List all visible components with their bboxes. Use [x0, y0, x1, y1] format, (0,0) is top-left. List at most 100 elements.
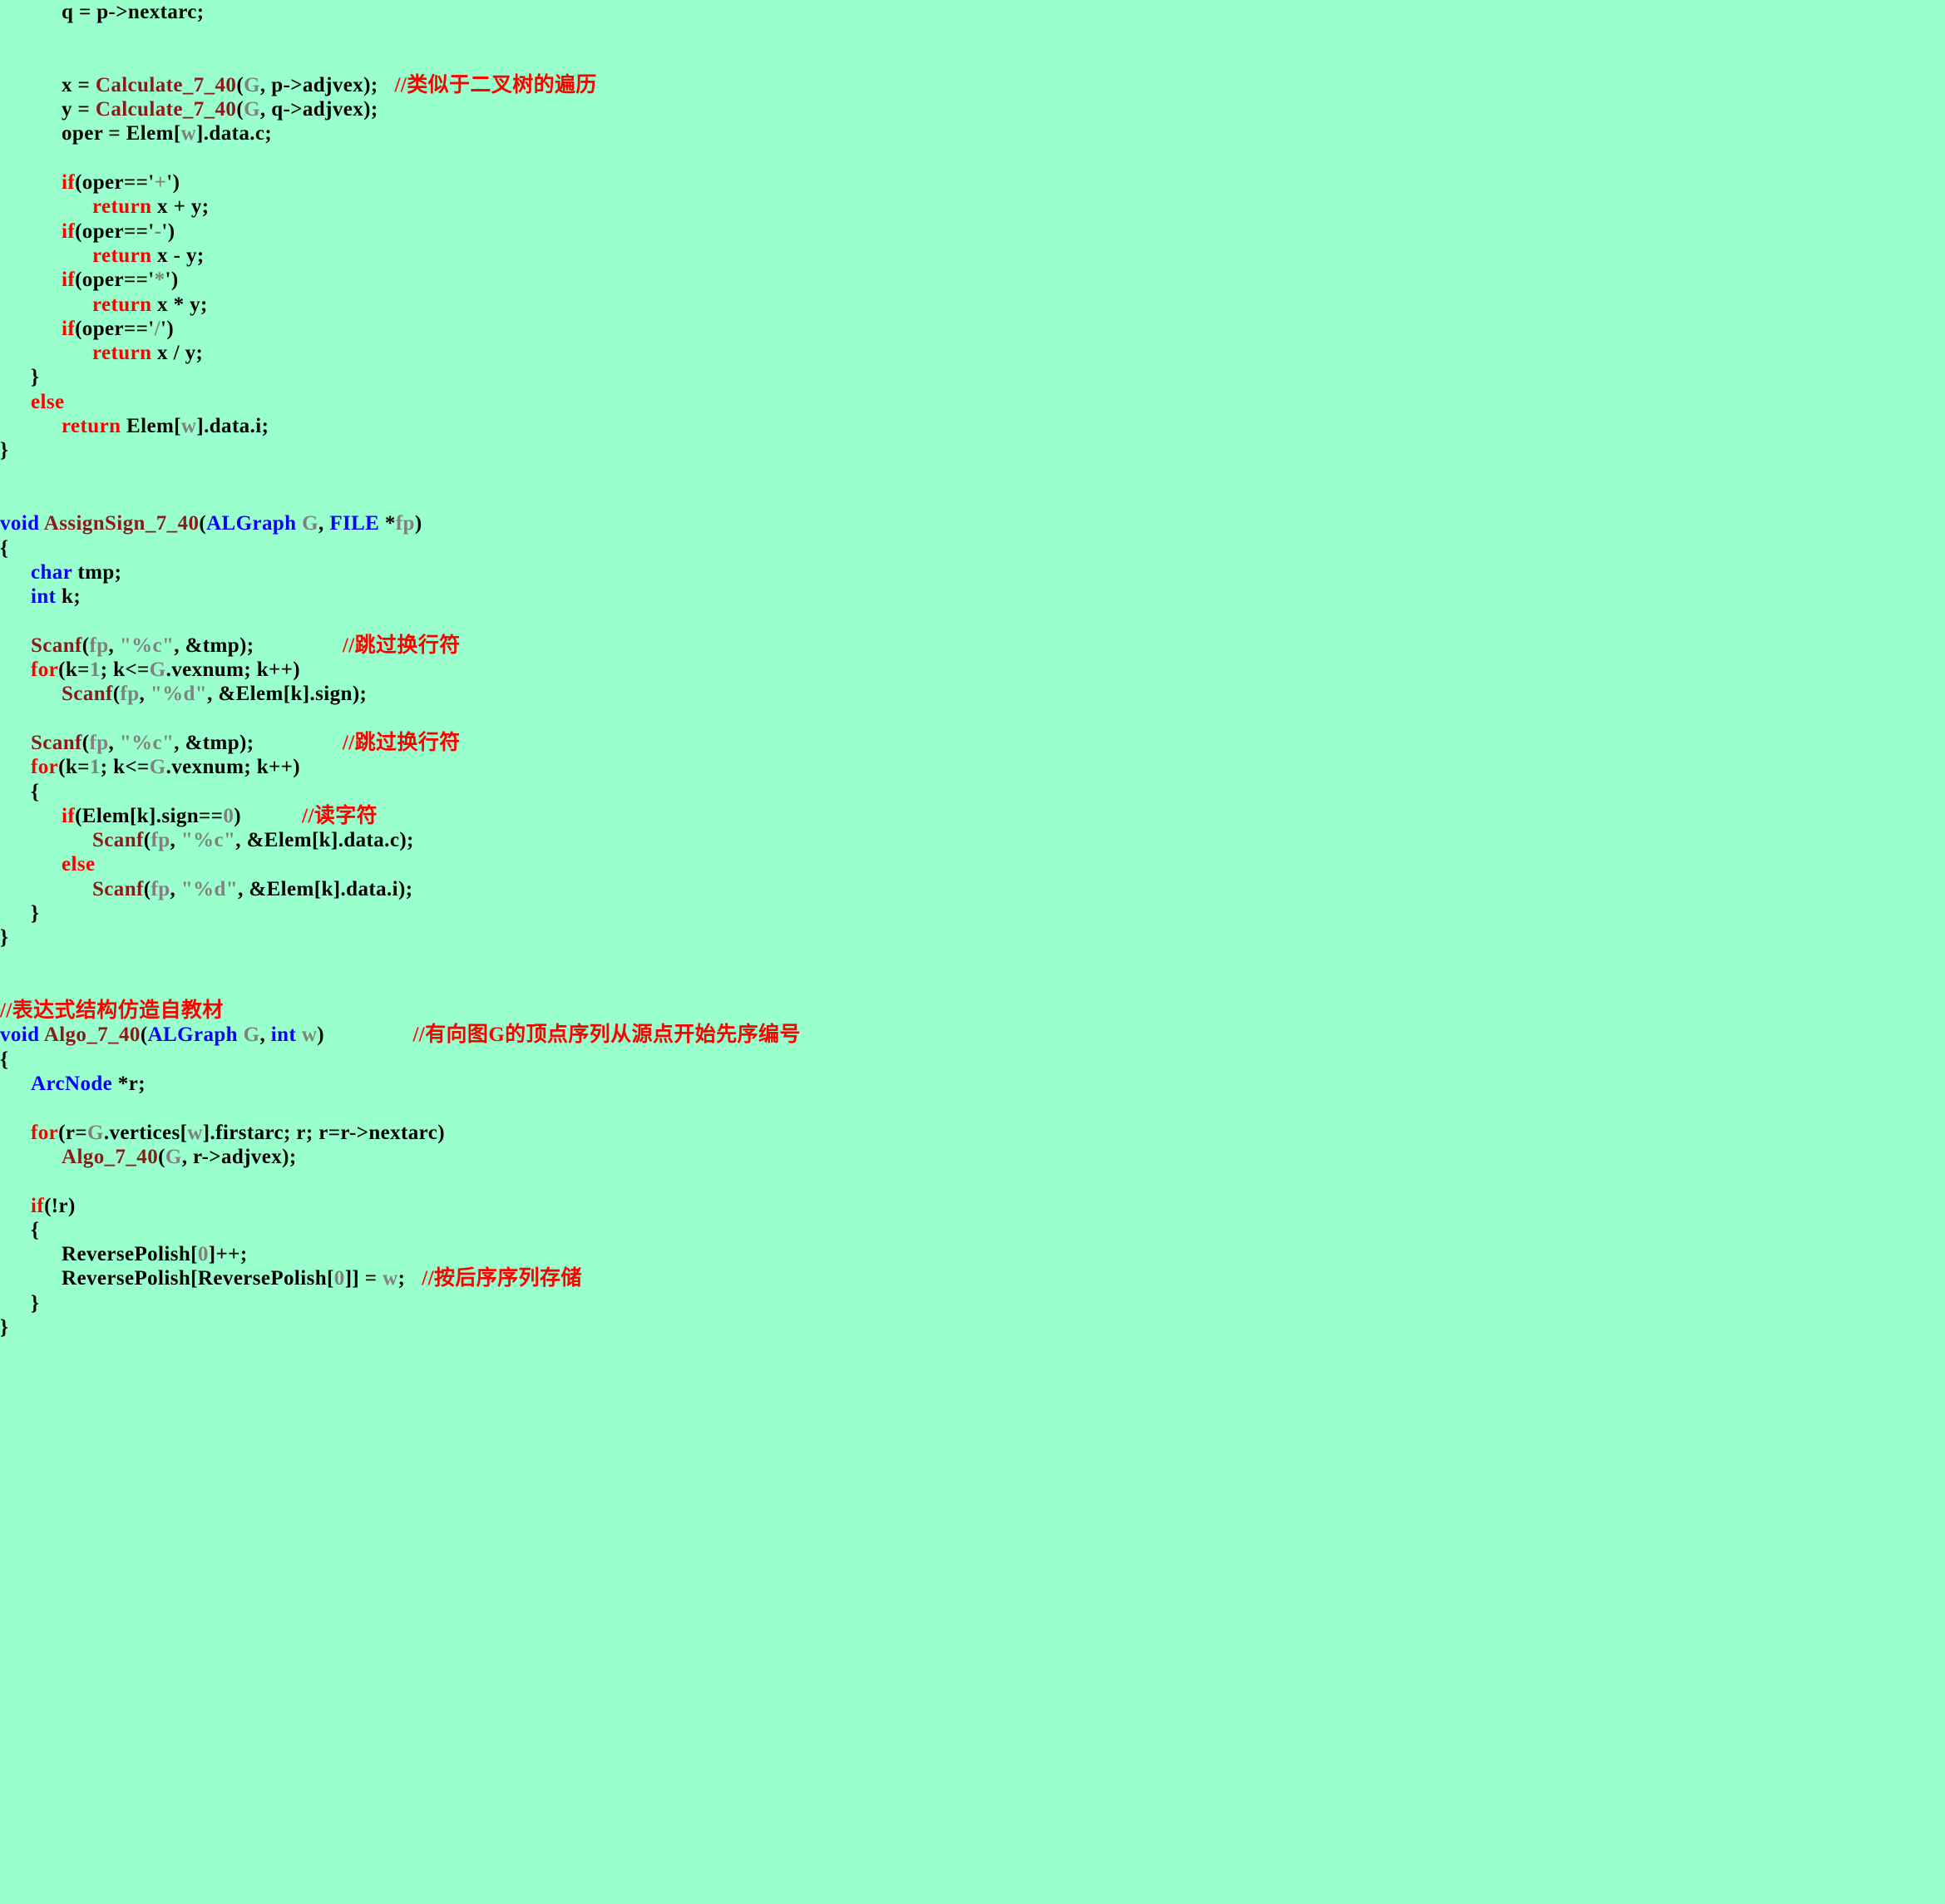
code-token-var: w — [383, 1267, 398, 1290]
code-token-var: 0 — [333, 1267, 345, 1290]
code-token-var: fp — [151, 829, 170, 852]
code-token-pun — [241, 805, 302, 827]
code-token-pun: (k= — [58, 659, 90, 682]
code-token-pun: ( — [158, 1145, 165, 1168]
code-token-pun: .vertices[ — [103, 1121, 188, 1144]
code-line: return x + y; — [0, 195, 1945, 219]
code-token-pun: oper = Elem[ — [62, 122, 181, 146]
code-token-kw: if — [62, 171, 76, 195]
code-token-pun — [405, 1267, 422, 1290]
code-token-var: "%d" — [180, 877, 239, 900]
code-token-kw: if — [31, 1194, 45, 1217]
code-token-kw: return — [92, 293, 152, 316]
code-token-pun: ( — [199, 512, 207, 535]
code-token-pun: x * y; — [151, 293, 208, 316]
code-token-pun: } — [31, 901, 40, 925]
code-token-kw: if — [62, 220, 76, 243]
code-token-var: fp — [120, 683, 140, 706]
code-token-var: + — [154, 171, 167, 195]
code-token-pun: .vexnum; k++) — [165, 659, 301, 682]
code-token-pun — [324, 1024, 412, 1046]
code-line: int k; — [0, 585, 1945, 609]
code-token-pun: ( — [236, 98, 244, 121]
code-token-var: "%c" — [180, 829, 236, 852]
code-line: ArcNode *r; — [0, 1072, 1945, 1096]
code-token-var: G — [165, 1145, 182, 1168]
code-token-kw: if — [62, 269, 76, 292]
code-line: //表达式结构仿造自教材 — [0, 999, 1945, 1023]
code-token-kw: return — [92, 244, 152, 267]
code-token-pun: { — [0, 1048, 9, 1071]
code-token-var: w — [180, 415, 197, 438]
code-token-kw: for — [31, 1121, 59, 1144]
code-token-cmt: //跳过换行符 — [342, 731, 461, 754]
code-line: ReversePolish[ReversePolish[0]] = w; //按… — [0, 1266, 1945, 1290]
code-token-pun: (oper==' — [75, 269, 155, 292]
code-token-var: G — [244, 98, 260, 121]
code-line: else — [0, 852, 1945, 876]
code-token-pun: , — [259, 1024, 271, 1047]
code-token-var: fp — [395, 512, 415, 535]
code-token-pun: .vexnum; k++) — [165, 756, 301, 779]
code-token-pun: Elem[ — [121, 415, 181, 438]
code-token-pun: ') — [161, 220, 175, 243]
code-token-kw: if — [62, 804, 76, 827]
code-line: } — [0, 438, 1945, 462]
code-token-pun: ') — [160, 317, 175, 340]
code-token-pun: , — [170, 877, 181, 900]
code-line: for(r=G.vertices[w].firstarc; r; r=r->ne… — [0, 1121, 1945, 1145]
code-token-pun: , — [108, 634, 120, 657]
code-token-pun — [296, 1024, 302, 1046]
code-token-var: * — [154, 269, 165, 292]
code-token-fn: Scanf — [92, 829, 144, 852]
code-token-cmt: //表达式结构仿造自教材 — [0, 999, 224, 1023]
code-token-kw: return — [92, 195, 152, 219]
code-token-pun: } — [31, 1291, 40, 1315]
code-token-var: "%c" — [119, 634, 175, 657]
code-token-pun: ; k<= — [100, 756, 150, 779]
code-token-pun: , r->adjvex); — [181, 1145, 297, 1168]
code-token-pun: , — [139, 683, 151, 706]
code-line: return x / y; — [0, 341, 1945, 365]
code-line: } — [0, 365, 1945, 389]
code-line: } — [0, 901, 1945, 925]
code-token-pun: x + y; — [151, 195, 210, 219]
code-token-pun: ].data.c; — [196, 122, 273, 146]
code-token-fn: Algo_7_40 — [62, 1145, 159, 1168]
code-token-pun: , &Elem[k].data.i); — [238, 877, 413, 900]
code-token-pun: , &tmp); — [174, 634, 254, 657]
code-token-pun: ]] = — [344, 1267, 383, 1290]
code-token-pun: ; k<= — [100, 659, 150, 682]
code-token-pun: , p->adjvex); — [259, 73, 378, 96]
code-token-pun: tmp; — [72, 560, 122, 584]
code-token-var: fp — [151, 877, 170, 900]
code-token-fn: Scanf — [62, 683, 113, 706]
code-line: { — [0, 780, 1945, 804]
code-token-pun: *r; — [112, 1073, 146, 1096]
code-line: } — [0, 925, 1945, 950]
code-token-var: G — [149, 659, 166, 682]
code-token-pun: , &tmp); — [174, 731, 254, 754]
code-line: { — [0, 536, 1945, 560]
code-token-pun: { — [31, 1218, 40, 1241]
code-line: void AssignSign_7_40(ALGraph G, FILE *fp… — [0, 511, 1945, 535]
code-line: Scanf(fp, "%c", &tmp); //跳过换行符 — [0, 731, 1945, 755]
code-token-pun — [238, 1024, 244, 1046]
code-line: Scanf(fp, "%c", &Elem[k].data.c); — [0, 828, 1945, 852]
code-token-kw: return — [92, 342, 152, 365]
code-token-pun: ]++; — [208, 1243, 248, 1266]
code-token-pun: } — [31, 366, 40, 389]
code-line: } — [0, 1315, 1945, 1339]
code-token-typ: FILE — [329, 512, 380, 535]
code-token-var: "%c" — [119, 731, 175, 754]
code-token-pun: ) — [234, 804, 241, 827]
code-token-cmt: //按后序序列存储 — [422, 1267, 582, 1290]
code-line: for(k=1; k<=G.vexnum; k++) — [0, 755, 1945, 779]
code-line: q = p->nextarc; — [0, 0, 1945, 24]
